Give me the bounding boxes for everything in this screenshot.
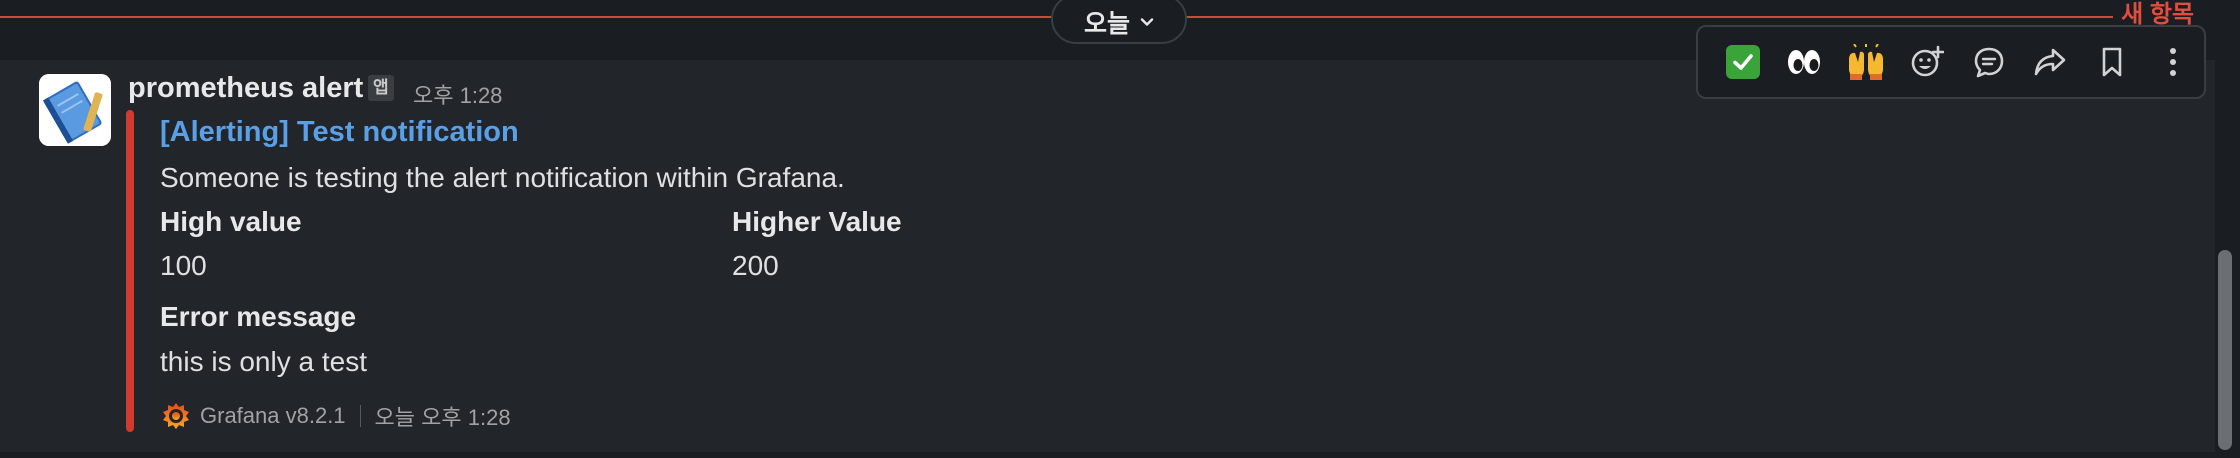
new-messages-line [1186,16,2126,18]
field-title: Error message [160,301,357,332]
attachment-text: Someone is testing the alert notificatio… [160,162,845,193]
forward-arrow-icon [2034,48,2066,76]
avatar[interactable] [39,74,111,146]
bookmark-icon [2102,47,2122,77]
message-timestamp[interactable]: 오후 1:28 [413,78,502,110]
share-message-button[interactable] [2020,37,2082,87]
app-badge: 앱 [368,75,394,101]
new-messages-line [0,16,1052,18]
field-value: this is only a test [160,346,367,377]
day-divider-button[interactable]: 오늘 [1051,0,1187,44]
footer-source: Grafana v8.2.1 [200,403,346,428]
check-mark-reaction-button[interactable] [1712,37,1774,87]
more-actions-button[interactable] [2143,37,2205,87]
chevron-down-icon [1140,18,1154,26]
add-reaction-button[interactable] [1897,37,1959,87]
eyes-reaction-button[interactable] [1774,37,1836,87]
field-value: 200 [732,250,779,281]
scrollbar-thumb[interactable] [2218,250,2232,450]
attachment-title-link[interactable]: [Alerting] Test notification [160,116,519,149]
field-value: 100 [160,250,207,281]
field-title: High value [160,206,302,237]
grafana-logo-icon [163,403,189,429]
attachment-footer: Grafana v8.2.1 오늘 오후 1:28 [160,400,511,432]
field-title: Higher Value [732,206,902,237]
eyes-emoji-icon [1788,50,1821,74]
reply-in-thread-button[interactable] [1958,37,2020,87]
add-emoji-icon [1911,45,1945,77]
save-for-later-button[interactable] [2081,37,2143,87]
white-check-mark-emoji-icon [1725,45,1760,79]
footer-time[interactable]: 오늘 오후 1:28 [375,400,511,432]
raised-hands-reaction-button[interactable] [1835,37,1897,87]
bottom-strip [0,452,2240,458]
footer-separator [359,405,361,427]
message-actions-toolbar [1696,25,2206,99]
sender-name[interactable]: prometheus alert [128,72,363,105]
notebook-icon [39,74,111,146]
thread-bubble-icon [1974,47,2004,78]
attachment-color-bar [126,110,134,432]
slack-channel-view: 오늘 새 항목 prometheus alert 앱 오후 1:28 [Aler… [0,0,2240,458]
raised-hands-emoji-icon [1848,44,1883,80]
day-divider-label: 오늘 [1083,10,1130,38]
vertical-ellipsis-icon [2170,48,2177,76]
